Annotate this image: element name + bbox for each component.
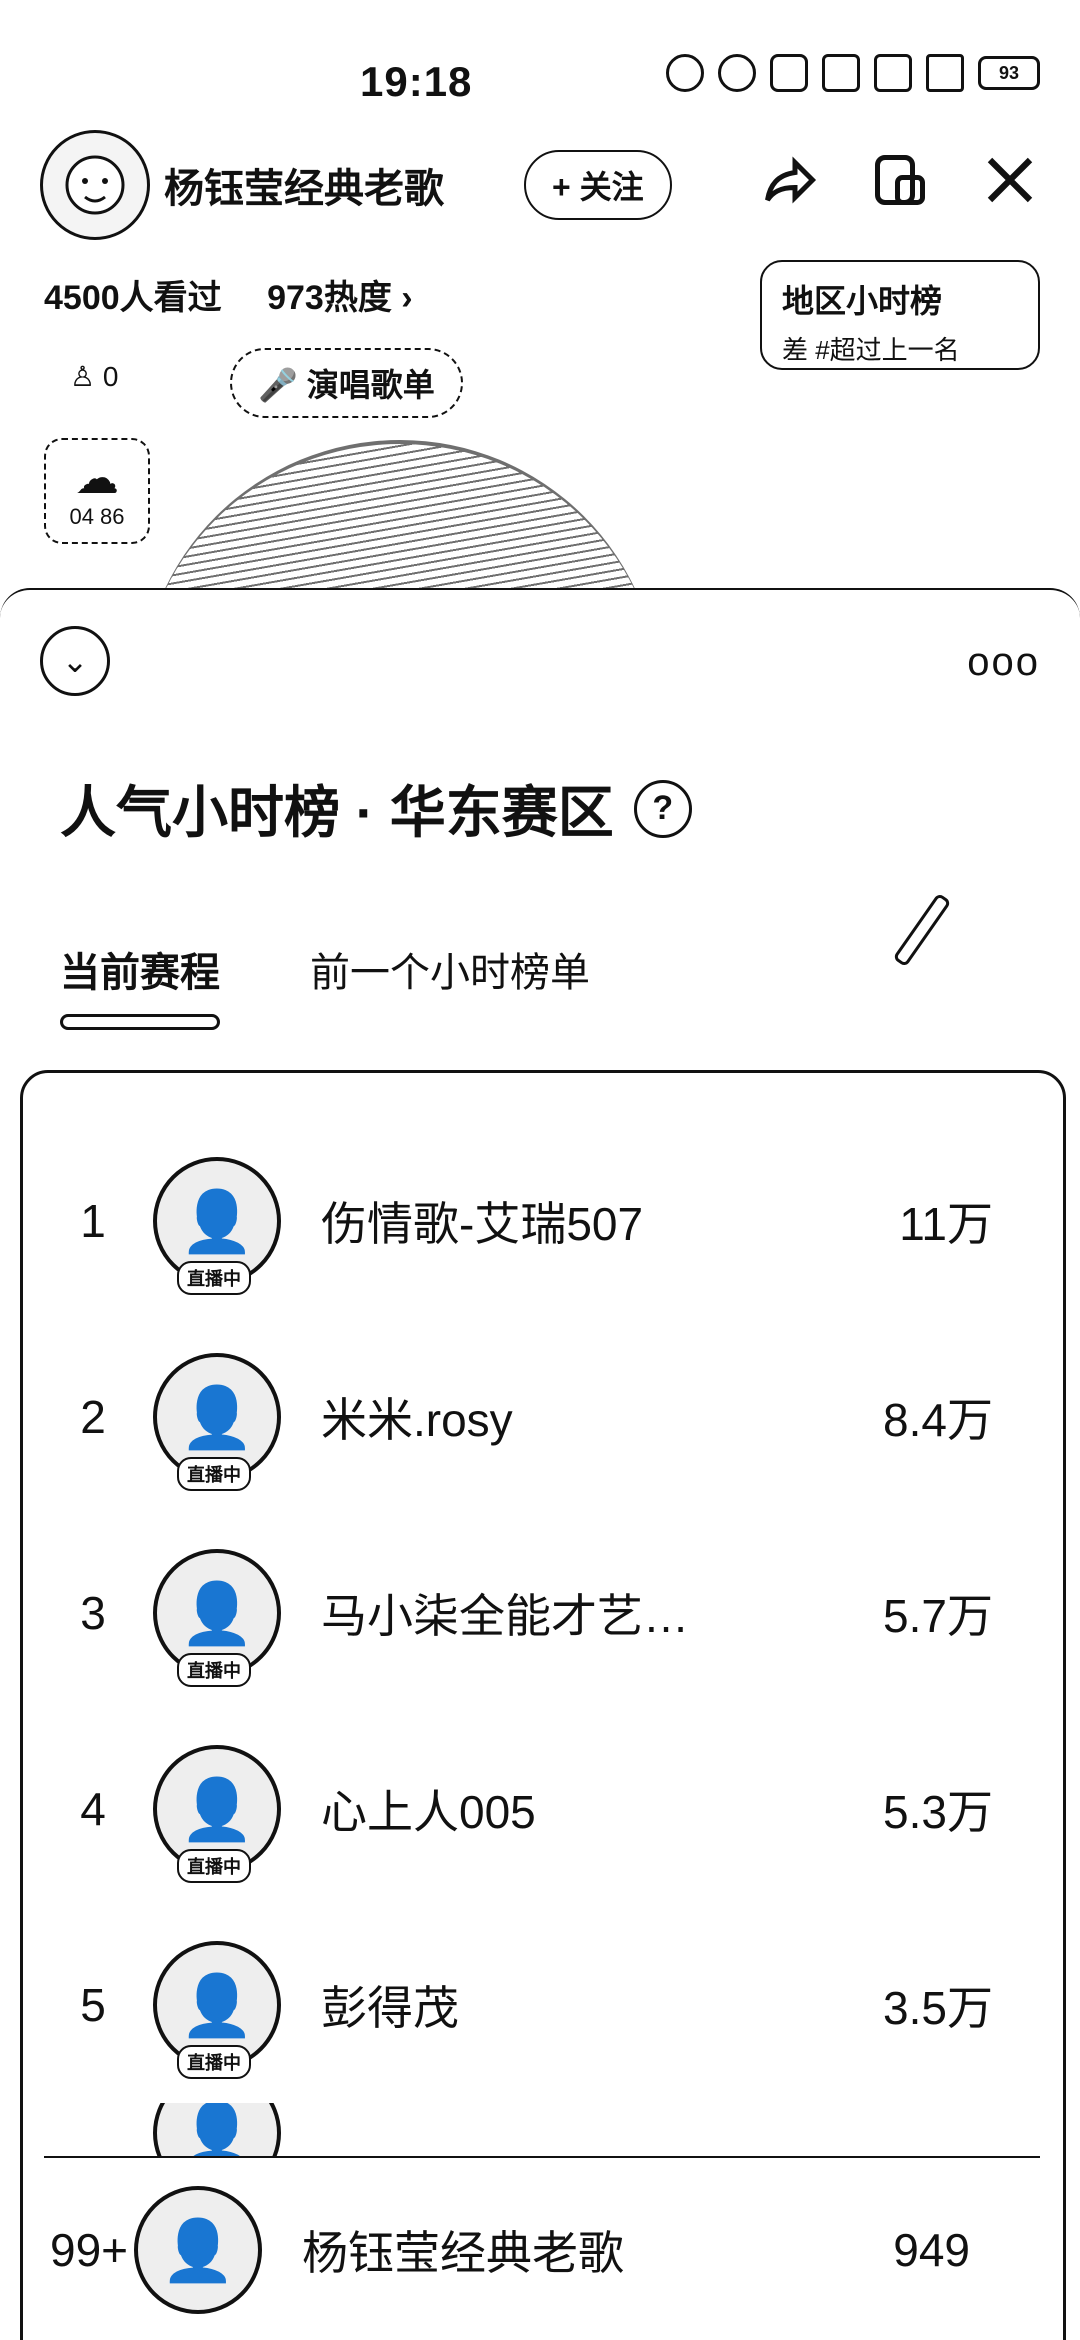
rank-score: 3.5万	[883, 1982, 993, 2034]
anchor-avatar[interactable]: 👤 直播中	[153, 1941, 281, 2079]
rank-score: 11万	[899, 1198, 993, 1250]
anchor-avatar[interactable]: 👤 直播中	[153, 1549, 281, 1687]
rank-row[interactable]: 1 👤 直播中 伤情歌-艾瑞507 11万	[23, 1123, 1063, 1319]
self-avatar[interactable]: 👤	[134, 2186, 262, 2314]
anchor-name: 伤情歌-艾瑞507	[321, 1198, 644, 1250]
anchor-avatar[interactable]: 👤 直播中	[153, 1157, 281, 1295]
more-options-button[interactable]: ooo	[967, 640, 1040, 685]
tab-previous-hour[interactable]: 前一个小时榜单	[310, 940, 590, 1018]
status-icons: 93	[666, 54, 1040, 92]
rank-tabs: 当前赛程 前一个小时榜单	[60, 940, 590, 1030]
help-icon[interactable]: ?	[633, 779, 692, 838]
panel-title-text: 人气小时榜 · 华东赛区	[60, 781, 614, 844]
rank-row[interactable]: 3 👤 直播中 马小柒全能才艺… 5.7万	[23, 1515, 1063, 1711]
minimize-window-icon[interactable]	[870, 150, 930, 210]
rank-row[interactable]: 5 👤 直播中 彭得茂 3.5万	[23, 1907, 1063, 2103]
region-rank-subtitle: 差 #超过上一名	[782, 335, 960, 365]
rank-number: 5	[80, 1979, 106, 2031]
host-info[interactable]: 杨钰莹经典老歌 + 关注	[40, 130, 672, 240]
rank-score: 8.4万	[883, 1394, 993, 1446]
rank-number: 3	[80, 1587, 106, 1639]
share-icon[interactable]	[760, 150, 820, 210]
songlist-label: 演唱歌单	[306, 367, 435, 403]
gift-bag-icon: ☁	[75, 453, 119, 503]
hour-rank-panel: ⌄ ooo 人气小时榜 · 华东赛区 ? 当前赛程 前一个小时榜单 1 👤 直播…	[0, 588, 1080, 2340]
live-badge: 直播中	[177, 2045, 251, 2079]
anchor-name: 心上人005	[321, 1786, 536, 1838]
battery-icon: 93	[978, 56, 1040, 90]
gift-bag-widget[interactable]: ☁ 04 86	[44, 438, 150, 544]
anchor-name: 马小柒全能才艺…	[321, 1590, 689, 1642]
room-stats[interactable]: 4500人看过 973热度 ›	[44, 270, 449, 319]
my-rank-row[interactable]: 99+ 👤 杨钰莹经典老歌 949	[44, 2156, 1040, 2340]
live-badge: 直播中	[177, 1849, 251, 1883]
close-icon[interactable]	[980, 150, 1040, 210]
decorative-pencil-icon	[892, 892, 952, 968]
bluetooth-icon	[822, 54, 860, 92]
tab-current-schedule[interactable]: 当前赛程	[60, 940, 220, 1030]
collapse-panel-button[interactable]: ⌄	[40, 626, 110, 696]
microphone-icon: 🎤	[258, 367, 298, 403]
anchor-avatar[interactable]: 👤 直播中	[153, 1745, 281, 1883]
live-badge: 直播中	[177, 1261, 251, 1295]
notification-icon	[666, 54, 704, 92]
live-room-screen: { "status": {"time": "19:18", "battery":…	[0, 0, 1080, 2340]
avatar: 👤	[153, 2103, 281, 2163]
live-room-header: 19:18 93 杨钰莹经典老歌 + 关注 4500人看过 973热度 › 地区…	[0, 0, 1080, 740]
region-hour-rank-entry[interactable]: 地区小时榜 差 #超过上一名	[760, 260, 1040, 370]
rank-number: 99+	[49, 2224, 129, 2276]
anchor-name: 彭得茂	[321, 1982, 459, 2034]
rank-row[interactable]: 4 👤 直播中 心上人005 5.3万	[23, 1711, 1063, 1907]
status-bar: 19:18 93	[0, 50, 1080, 110]
live-badge: 直播中	[177, 1457, 251, 1491]
viewer-count: 4500人看过	[44, 279, 222, 317]
eye-icon	[718, 54, 756, 92]
avatar: 👤	[134, 2186, 262, 2314]
like-icon: ♙	[70, 361, 96, 392]
signal-icon	[926, 54, 964, 92]
self-score: 949	[893, 2224, 970, 2276]
rank-list: 1 👤 直播中 伤情歌-艾瑞507 11万 2 👤 直播中 米米.rosy 8.…	[20, 1070, 1066, 2340]
status-time: 19:18	[360, 58, 473, 105]
rank-score: 5.3万	[883, 1786, 993, 1838]
follow-button[interactable]: + 关注	[524, 150, 672, 220]
chevron-down-icon: ⌄	[61, 643, 89, 679]
host-name: 杨钰莹经典老歌	[164, 167, 444, 211]
heat-value[interactable]: 973热度 ›	[267, 279, 413, 317]
anchor-avatar[interactable]: 👤 直播中	[153, 1353, 281, 1491]
mute-icon	[874, 54, 912, 92]
live-badge: 直播中	[177, 1653, 251, 1687]
battery-level: 93	[998, 62, 1020, 83]
anchor-avatar: 👤	[153, 2103, 281, 2163]
panel-title: 人气小时榜 · 华东赛区 ?	[60, 768, 692, 849]
likes-counter[interactable]: ♙ 0	[70, 360, 118, 393]
anchor-name: 米米.rosy	[321, 1394, 513, 1446]
nfc-icon	[770, 54, 808, 92]
rank-number: 1	[80, 1195, 106, 1247]
rank-number: 4	[80, 1783, 106, 1835]
songlist-button[interactable]: 🎤 演唱歌单	[230, 348, 463, 418]
rank-row-partial: 👤	[23, 2103, 1063, 2163]
likes-count: 0	[102, 361, 119, 392]
self-name: 杨钰莹经典老歌	[302, 2227, 624, 2279]
host-avatar[interactable]	[40, 130, 150, 240]
gift-count: 04 86	[69, 503, 125, 529]
rank-number: 2	[80, 1391, 106, 1443]
region-rank-title: 地区小时榜	[782, 283, 943, 319]
top-actions	[760, 150, 1040, 210]
rank-row[interactable]: 2 👤 直播中 米米.rosy 8.4万	[23, 1319, 1063, 1515]
rank-score: 5.7万	[883, 1590, 993, 1642]
